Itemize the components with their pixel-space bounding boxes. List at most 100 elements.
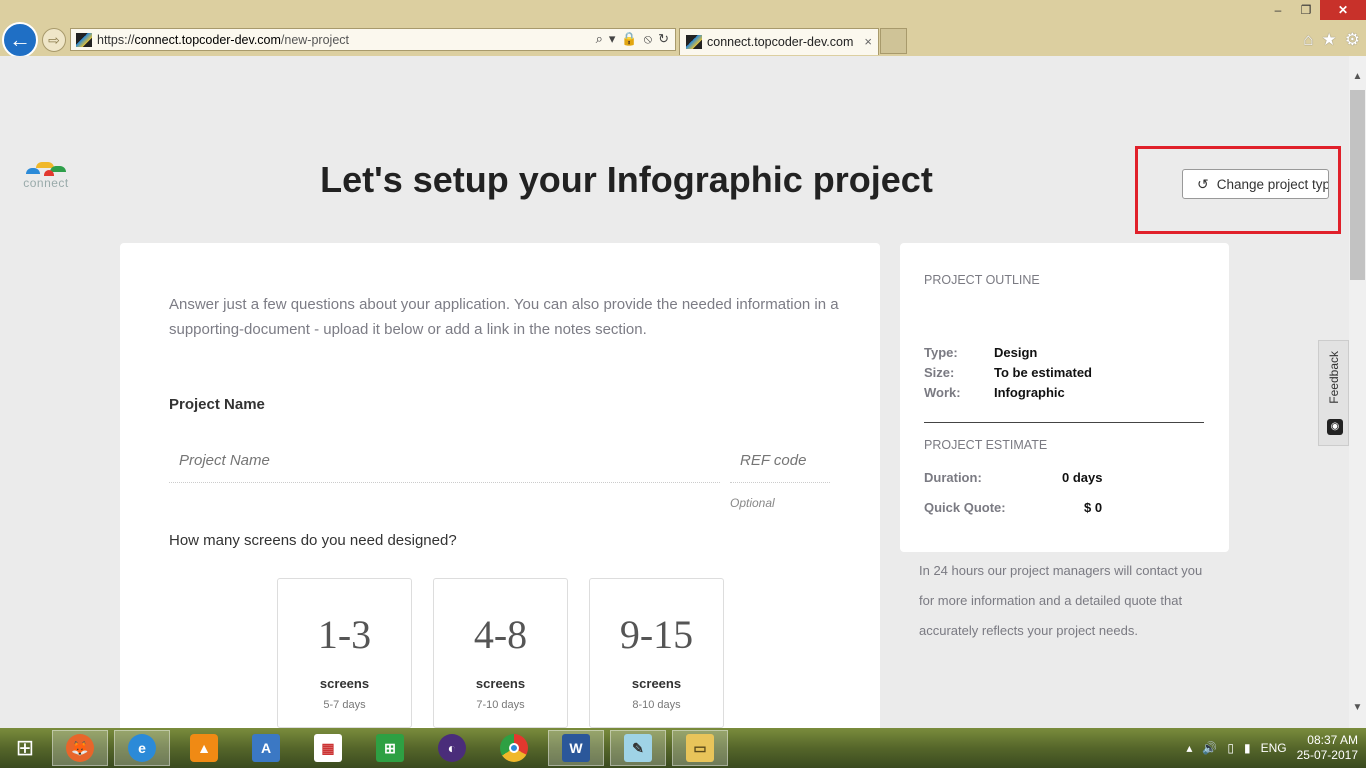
project-name-input[interactable] [169, 439, 720, 483]
address-bar[interactable]: https://connect.topcoder-dev.com/new-pro… [70, 28, 676, 51]
screen-option-4-8[interactable]: 4-8 screens 7-10 days [433, 578, 568, 728]
taskbar-store[interactable]: ⊞ [362, 730, 418, 766]
clock[interactable]: 08:37 AM 25-07-2017 [1297, 733, 1358, 763]
screen-options: 1-3 screens 5-7 days 4-8 screens 7-10 da… [277, 578, 724, 728]
taskbar-eclipse[interactable]: ◐ [424, 730, 480, 766]
screen-option-unit: screens [475, 676, 526, 691]
power-icon[interactable]: ▯ [1227, 741, 1234, 755]
ref-code-input[interactable] [730, 439, 830, 483]
system-tray: ▴ 🔊 ▯ ▮ ENG 08:37 AM 25-07-2017 [1186, 728, 1358, 768]
work-value: Infographic [994, 385, 1065, 400]
volume-icon[interactable]: 🔊 [1202, 741, 1217, 755]
duration-value: 0 days [1062, 470, 1103, 485]
quick-quote-value: $ 0 [1084, 500, 1103, 515]
browser-chrome: ← ⇨ https://connect.topcoder-dev.com/new… [0, 0, 1366, 58]
size-value: To be estimated [994, 365, 1093, 380]
back-button[interactable]: ← [2, 22, 38, 58]
project-name-label: Project Name [169, 396, 265, 413]
taskbar-firefox[interactable]: 🦊 [52, 730, 108, 766]
start-button[interactable]: ⊞ [0, 730, 50, 766]
project-outline-panel: PROJECT OUTLINE Type: Design Size: To be e… [900, 243, 1229, 552]
screens-question: How many screens do you need designed? [169, 532, 457, 549]
maximize-button[interactable]: ❐ [1292, 0, 1320, 20]
taskbar-internet-explorer[interactable]: e [114, 730, 170, 766]
outline-work-row: Work: Infographic [924, 385, 1065, 400]
taskbar-vlc[interactable]: ▲ [176, 730, 232, 766]
block-icon[interactable]: ⦸ [644, 31, 652, 47]
address-bar-icons: ⌕ ▾ 🔒 ⦸ ↻ [596, 31, 669, 47]
scrollbar-thumb[interactable] [1350, 90, 1365, 280]
url-path: /new-project [280, 32, 349, 47]
url-scheme: https:// [97, 32, 135, 47]
favorites-star-icon[interactable]: ★ [1322, 30, 1337, 50]
notes-icon: ✎ [624, 734, 652, 762]
outline-heading: PROJECT OUTLINE [924, 273, 1040, 287]
taskbar-apps[interactable]: ▦ [300, 730, 356, 766]
taskbar-word[interactable]: W [548, 730, 604, 766]
screen-option-days: 7-10 days [476, 699, 525, 711]
project-form-card: Answer just a few questions about your a… [120, 243, 880, 728]
chrome-icon [500, 734, 528, 762]
size-label: Size: [924, 365, 955, 380]
internet-explorer-icon: e [128, 734, 156, 762]
clock-date: 25-07-2017 [1296, 748, 1358, 762]
highlight-box [1135, 146, 1341, 234]
forward-button[interactable]: ⇨ [42, 28, 66, 52]
minimize-button[interactable]: – [1264, 0, 1292, 20]
screen-option-range: 4-8 [473, 612, 528, 657]
settings-gear-icon[interactable]: ⚙ [1345, 30, 1360, 50]
estimate-heading: PROJECT ESTIMATE [924, 438, 1048, 452]
taskbar-notes[interactable]: ✎ [610, 730, 666, 766]
intro-text: Answer just a few questions about your a… [169, 296, 839, 338]
windows-logo-icon: ⊞ [15, 735, 35, 760]
window-controls: – ❐ ✕ [1264, 0, 1366, 20]
feedback-label: Feedback [1327, 351, 1341, 404]
quick-quote-label: Quick Quote: [924, 500, 1006, 515]
tab-close-icon[interactable]: × [864, 34, 872, 49]
page-content: connect Let's setup your Infographic pro… [0, 56, 1349, 728]
store-icon: ⊞ [376, 734, 404, 762]
feedback-tab[interactable]: Feedback ◉ [1318, 340, 1349, 446]
eclipse-icon: ◐ [438, 734, 466, 762]
tray-arrow-icon[interactable]: ▴ [1186, 741, 1192, 755]
type-value: Design [994, 345, 1038, 360]
apps-grid-icon: ▦ [314, 734, 342, 762]
browser-tab[interactable]: connect.topcoder-dev.com × [679, 28, 879, 55]
word-icon: W [562, 734, 590, 762]
screen-option-days: 5-7 days [323, 699, 366, 711]
new-tab-button[interactable] [880, 28, 907, 54]
outline-divider [924, 422, 1204, 423]
site-favicon-icon [76, 32, 92, 47]
close-window-button[interactable]: ✕ [1320, 0, 1366, 20]
screen-option-range: 9-15 [619, 612, 694, 657]
folder-icon: ▭ [686, 734, 714, 762]
screen-option-1-3[interactable]: 1-3 screens 5-7 days [277, 578, 412, 728]
language-indicator[interactable]: ENG [1261, 741, 1287, 755]
type-label: Type: [924, 345, 958, 360]
refresh-icon[interactable]: ↻ [658, 31, 669, 47]
outline-type-row: Type: Design [924, 345, 1037, 360]
taskbar-wordpad[interactable]: A [238, 730, 294, 766]
lock-icon[interactable]: 🔒 [621, 31, 637, 47]
scroll-down-arrow-icon[interactable]: ▼ [1349, 699, 1366, 716]
search-icon[interactable]: ⌕ [596, 31, 603, 47]
outline-size-row: Size: To be estimated [924, 365, 1092, 380]
duration-label: Duration: [924, 470, 982, 485]
home-icon[interactable]: ⌂ [1303, 30, 1313, 50]
url-host: connect.topcoder-dev.com [134, 32, 281, 47]
dropdown-icon[interactable]: ▾ [609, 31, 616, 47]
vlc-icon: ▲ [190, 734, 218, 762]
taskbar-chrome[interactable] [486, 730, 542, 766]
windows-taskbar: ⊞ 🦊 e ▲ A ▦ ⊞ ◐ W ✎ ▭ ▴ 🔊 ▯ ▮ ENG 08:37 … [0, 728, 1366, 768]
screen-option-9-15[interactable]: 9-15 screens 8-10 days [589, 578, 724, 728]
scroll-up-arrow-icon[interactable]: ▲ [1349, 68, 1366, 85]
network-icon[interactable]: ▮ [1244, 741, 1251, 755]
tab-favicon-icon [686, 35, 702, 49]
screen-option-range: 1-3 [317, 612, 372, 657]
firefox-icon: 🦊 [66, 734, 94, 762]
page-scrollbar[interactable]: ▲ ▼ [1349, 56, 1366, 728]
work-label: Work: [924, 385, 961, 400]
screen-option-days: 8-10 days [632, 699, 681, 711]
taskbar-file-explorer[interactable]: ▭ [672, 730, 728, 766]
ref-code-hint: Optional [730, 496, 775, 510]
